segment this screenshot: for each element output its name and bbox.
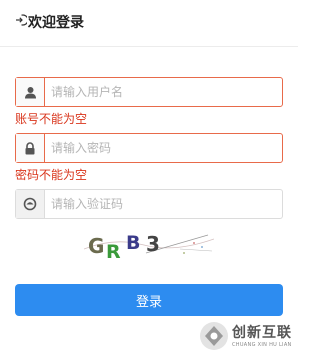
watermark-subtitle: CHUANG XIN HU LIAN bbox=[232, 342, 292, 348]
username-field[interactable] bbox=[15, 77, 283, 107]
password-error: 密码不能为空 bbox=[15, 168, 88, 182]
captcha-icon bbox=[16, 190, 45, 218]
svg-text:R: R bbox=[106, 241, 121, 261]
username-error: 账号不能为空 bbox=[15, 112, 88, 126]
captcha-input[interactable] bbox=[51, 190, 276, 218]
password-field[interactable] bbox=[15, 133, 283, 163]
watermark-logo: 创新互联 CHUANG XIN HU LIAN bbox=[196, 318, 296, 354]
user-icon bbox=[16, 78, 45, 106]
login-icon bbox=[16, 14, 27, 26]
page-title: 欢迎登录 bbox=[28, 15, 84, 31]
login-button[interactable]: 登录 bbox=[15, 284, 283, 316]
svg-text:3: 3 bbox=[146, 232, 160, 256]
svg-text:B: B bbox=[126, 232, 140, 254]
watermark-title: 创新互联 bbox=[232, 325, 292, 341]
password-input[interactable] bbox=[51, 134, 276, 162]
svg-text:G: G bbox=[88, 234, 104, 258]
captcha-image[interactable]: G R B 3 bbox=[84, 229, 214, 261]
lock-icon bbox=[16, 134, 45, 162]
header: 欢迎登录 bbox=[0, 0, 298, 47]
watermark-icon bbox=[200, 322, 228, 350]
captcha-field[interactable] bbox=[15, 189, 283, 219]
username-input[interactable] bbox=[51, 78, 276, 106]
